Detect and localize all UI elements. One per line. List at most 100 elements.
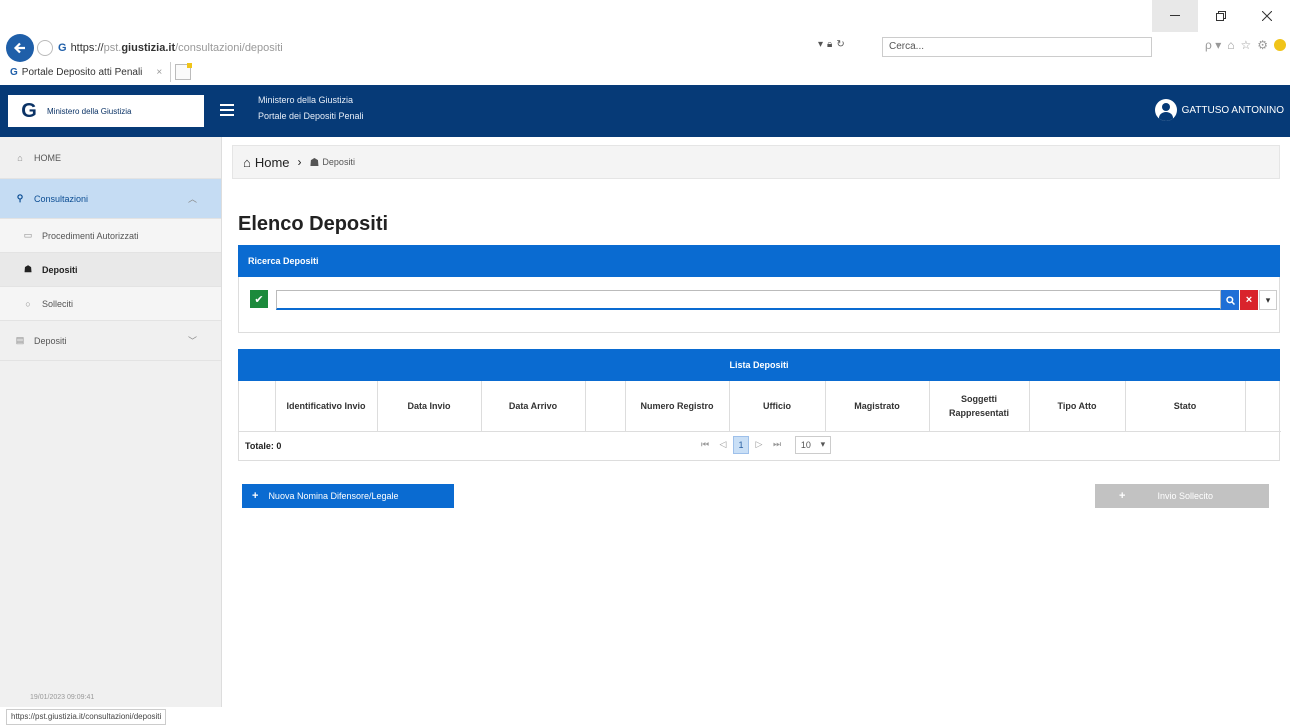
back-button[interactable]	[6, 34, 34, 62]
dropdown-icon[interactable]: ▾	[818, 39, 823, 50]
column-header-actions	[1245, 381, 1281, 432]
new-nomina-label: Nuova Nomina Difensore/Legale	[268, 491, 399, 501]
url-protocol: https://	[70, 42, 104, 54]
table-header-row: Identificativo Invio Data Invio Data Arr…	[239, 381, 1281, 432]
column-header-magistrato[interactable]: Magistrato	[825, 381, 930, 432]
inbox-icon: ☗	[309, 156, 320, 169]
invio-sollecito-label: Invio Sollecito	[1157, 491, 1213, 501]
app-header: G Ministero della Giustizia Ministero de…	[0, 85, 1290, 137]
reminder-icon: ○	[25, 298, 31, 309]
page-size-select[interactable]: 10 ▾	[795, 435, 831, 454]
restore-button[interactable]	[1198, 0, 1244, 32]
column-header-numero-registro[interactable]: Numero Registro	[625, 381, 730, 432]
search-input[interactable]	[276, 290, 1221, 310]
home-icon: ⌂	[243, 154, 251, 170]
browser-status-bar: https://pst.giustizia.it/consultazioni/d…	[6, 709, 167, 725]
last-page-icon[interactable]: ⏭	[769, 436, 785, 454]
column-header-data-invio[interactable]: Data Invio	[377, 381, 482, 432]
refresh-icon[interactable]: ↻	[836, 39, 844, 50]
tab-close-icon[interactable]: ×	[156, 67, 162, 78]
breadcrumb-home[interactable]: Home	[255, 155, 290, 170]
document-icon: ▭	[23, 230, 33, 240]
search-panel-header: Ricerca Depositi	[238, 245, 1280, 277]
home-icon[interactable]: ⌂	[1227, 38, 1234, 52]
url-path: /consultazioni/depositi	[175, 42, 283, 54]
sidebar-item-label: HOME	[34, 152, 61, 163]
sidebar-item-solleciti[interactable]: ○ Solleciti	[0, 287, 221, 321]
column-header-soggetti[interactable]: Soggetti Rappresentati	[929, 381, 1030, 432]
home-icon: ⌂	[17, 152, 23, 163]
total-count: Totale: 0	[245, 440, 282, 451]
url-host-prefix: pst.	[103, 42, 122, 54]
sidebar-item-procedimenti[interactable]: ▭ Procedimenti Autorizzati	[0, 219, 221, 253]
search-provider-icon[interactable]: ρ ▾	[1205, 38, 1221, 52]
pagination: ⏮ ◁ 1 ▷ ⏭ 10 ▾	[697, 435, 831, 454]
url-tools: ▾ 🔒︎ ↻	[818, 39, 845, 50]
tab-strip: G Portale Deposito atti Penali ×	[6, 62, 193, 82]
close-window-button[interactable]	[1244, 0, 1290, 32]
user-avatar-icon	[1154, 99, 1177, 121]
header-titles: Ministero della Giustizia Portale dei De…	[258, 92, 364, 124]
minimize-button[interactable]	[1152, 0, 1198, 32]
table-panel-header: Lista Depositi	[238, 349, 1280, 381]
browser-toolbar: ρ ▾ ⌂ ☆ ⚙	[1205, 38, 1286, 52]
lock-icon[interactable]: 🔒︎	[827, 39, 832, 50]
chevron-down-icon: ▾	[820, 439, 826, 449]
header-title-line2: Portale dei Depositi Penali	[258, 111, 364, 121]
sidebar-item-label: Consultazioni	[34, 193, 89, 204]
forward-button[interactable]	[37, 40, 53, 56]
search-panel: ✔ × ▾	[238, 277, 1280, 333]
browser-chrome: G https:// pst. giustizia.it /consultazi…	[0, 0, 1290, 85]
breadcrumb-current: ☗ Depositi	[310, 156, 355, 169]
new-tab-button[interactable]	[175, 63, 193, 80]
search-button[interactable]	[1221, 290, 1239, 310]
column-header-tipo-atto[interactable]: Tipo Atto	[1029, 381, 1126, 432]
depositi-table: Identificativo Invio Data Invio Data Arr…	[238, 381, 1281, 461]
breadcrumb-current-label: Depositi	[322, 157, 355, 167]
sidebar-item-home[interactable]: ⌂ HOME	[0, 137, 221, 179]
chevron-down-icon[interactable]: ▾	[1259, 290, 1277, 310]
clear-search-button[interactable]: ×	[1240, 290, 1258, 310]
browser-tab[interactable]: G Portale Deposito atti Penali ×	[6, 62, 172, 82]
sidebar-item-label: Procedimenti Autorizzati	[42, 230, 139, 241]
invio-sollecito-button[interactable]: + Invio Sollecito	[1095, 484, 1269, 508]
page-number[interactable]: 1	[733, 435, 749, 454]
user-menu[interactable]: GATTUSO ANTONINO	[1154, 99, 1284, 121]
favorites-star-icon[interactable]: ☆	[1240, 38, 1251, 52]
settings-gear-icon[interactable]: ⚙	[1257, 38, 1268, 52]
next-page-icon[interactable]: ▷	[751, 436, 767, 454]
sidebar-item-depositi[interactable]: ☗ Depositi	[0, 253, 221, 287]
sidebar-item-consultazioni[interactable]: ⚲ Consultazioni ︿	[0, 179, 221, 219]
column-header-identificativo[interactable]: Identificativo Invio	[275, 381, 378, 432]
search-icon: ⚲	[16, 193, 24, 203]
hamburger-menu-icon[interactable]	[220, 104, 234, 116]
column-header-stato[interactable]: Stato	[1125, 381, 1246, 432]
plus-icon: +	[1119, 490, 1126, 502]
column-header-blank	[585, 381, 626, 432]
window-controls	[1152, 0, 1290, 32]
checkmark-icon[interactable]: ✔	[250, 290, 268, 308]
first-page-icon[interactable]: ⏮	[697, 436, 713, 454]
sidebar-item-label: Depositi	[34, 335, 67, 346]
site-favicon-icon: G	[58, 42, 67, 54]
logo-emblem-icon: G	[21, 99, 37, 122]
breadcrumb: ⌂ Home › ☗ Depositi	[232, 145, 1280, 179]
folder-icon: ▤	[15, 335, 25, 345]
table-footer: Totale: 0 ⏮ ◁ 1 ▷ ⏭ 10 ▾	[239, 432, 1279, 460]
page-size-value: 10	[800, 439, 811, 450]
address-bar[interactable]: G https:// pst. giustizia.it /consultazi…	[58, 37, 818, 59]
chevron-down-icon: ﹀	[187, 336, 197, 346]
sidebar-item-depositi-group[interactable]: ▤ Depositi ﹀	[0, 321, 221, 361]
feedback-smiley-icon[interactable]	[1274, 39, 1286, 51]
url-host: giustizia.it	[121, 42, 176, 54]
prev-page-icon[interactable]: ◁	[715, 436, 731, 454]
sidebar: ⌂ HOME ⚲ Consultazioni ︿ ▭ Procedimenti …	[0, 137, 222, 707]
address-row: G https:// pst. giustizia.it /consultazi…	[6, 34, 1290, 62]
ministry-logo[interactable]: G Ministero della Giustizia	[8, 95, 204, 127]
column-header-data-arrivo[interactable]: Data Arrivo	[481, 381, 586, 432]
column-header-ufficio[interactable]: Ufficio	[729, 381, 826, 432]
browser-search-input[interactable]: Cerca...	[882, 37, 1152, 57]
main-content: ⌂ Home › ☗ Depositi Elenco Depositi Rice…	[222, 137, 1290, 707]
new-nomina-button[interactable]: + Nuova Nomina Difensore/Legale	[242, 484, 454, 508]
chevron-right-icon: ›	[297, 155, 302, 169]
